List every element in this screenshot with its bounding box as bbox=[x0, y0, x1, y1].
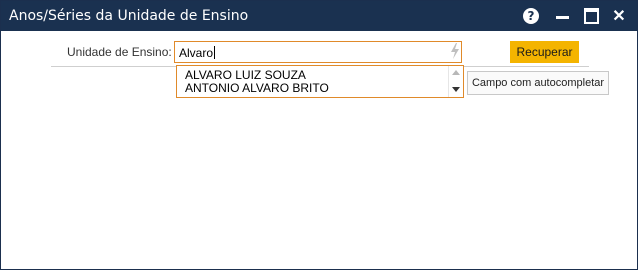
close-icon[interactable]: ✕ bbox=[609, 6, 629, 26]
autocomplete-dropdown: ALVARO LUIZ SOUZA ANTONIO ALVARO BRITO bbox=[176, 65, 464, 98]
recuperar-button[interactable]: Recuperar bbox=[510, 41, 579, 63]
scroll-up-icon[interactable] bbox=[452, 70, 460, 75]
title-bar[interactable]: Anos/Séries da Unidade de Ensino ? ✕ bbox=[1, 1, 637, 31]
help-icon[interactable]: ? bbox=[521, 6, 541, 26]
dropdown-scrollbar[interactable] bbox=[448, 66, 463, 97]
maximize-icon[interactable] bbox=[581, 6, 601, 26]
dialog-window: Anos/Séries da Unidade de Ensino ? ✕ Uni… bbox=[0, 0, 638, 270]
autocomplete-item[interactable]: ANTONIO ALVARO BRITO bbox=[185, 81, 329, 95]
unidade-ensino-input[interactable]: Alvaro bbox=[174, 41, 462, 63]
minimize-bar bbox=[555, 15, 569, 19]
unidade-ensino-label: Unidade de Ensino: bbox=[67, 45, 172, 59]
help-glyph: ? bbox=[523, 8, 539, 24]
text-caret bbox=[214, 46, 216, 59]
maximize-box bbox=[583, 8, 599, 24]
autocomplete-tooltip: Campo com autocompletar bbox=[467, 71, 609, 95]
minimize-icon[interactable] bbox=[552, 6, 572, 26]
autocomplete-item[interactable]: ALVARO LUIZ SOUZA bbox=[185, 68, 306, 82]
lightning-icon bbox=[451, 43, 459, 59]
scroll-down-icon[interactable] bbox=[452, 87, 460, 92]
window-title: Anos/Séries da Unidade de Ensino bbox=[9, 8, 249, 24]
input-text: Alvaro bbox=[179, 46, 214, 60]
